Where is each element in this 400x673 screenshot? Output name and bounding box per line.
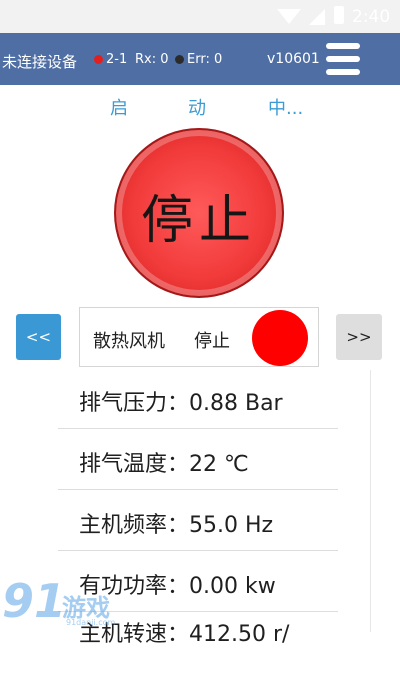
stop-button[interactable]: 停止: [114, 128, 284, 298]
rx-counter: Rx: 0: [135, 52, 169, 67]
wifi-icon: [277, 9, 301, 24]
fan-status-panel: 散热风机 停止: [79, 307, 319, 367]
exhaust-pressure-reading: 排气压力：0.88 Bar: [79, 391, 283, 416]
error-indicator-dot: [175, 55, 184, 64]
firmware-version: v10601: [267, 51, 320, 67]
reading-row: 主机频率：55.0 Hz: [58, 490, 338, 551]
hamburger-menu-icon[interactable]: [324, 41, 362, 77]
link-indicator-label: 2-1: [106, 52, 128, 67]
cell-signal-icon: [309, 9, 325, 25]
connection-status: 未连接设备: [2, 53, 78, 71]
watermark-domain: 91danji.com: [66, 618, 116, 627]
prev-page-button[interactable]: <<: [16, 314, 61, 360]
battery-icon: [334, 6, 344, 24]
fan-state: 停止: [194, 331, 230, 352]
run-status-char-1: 启: [110, 98, 128, 119]
exhaust-temperature-reading: 排气温度：22 ℃: [79, 452, 249, 477]
site-watermark-logo: 91 游戏 91danji.com: [2, 574, 140, 632]
watermark-number: 91: [2, 574, 67, 628]
reading-row: 排气温度：22 ℃: [58, 429, 338, 490]
fan-label: 散热风机: [93, 331, 165, 352]
stop-button-label: 停止: [140, 191, 257, 251]
scroll-divider: [370, 370, 371, 632]
host-frequency-reading: 主机频率：55.0 Hz: [79, 513, 274, 538]
error-counter: Err: 0: [187, 52, 223, 67]
next-page-button[interactable]: >>: [336, 314, 382, 360]
run-status-char-2: 动: [188, 98, 206, 119]
reading-row: 排气压力：0.88 Bar: [58, 368, 338, 429]
app-header: 未连接设备 2-1 Rx: 0 Err: 0 v10601: [0, 33, 400, 85]
fan-indicator-light: [252, 310, 308, 366]
system-status-bar: 2:40: [0, 0, 400, 33]
run-status-char-3: 中...: [268, 98, 304, 119]
clock: 2:40: [352, 7, 391, 27]
link-indicator-dot: [94, 55, 103, 64]
